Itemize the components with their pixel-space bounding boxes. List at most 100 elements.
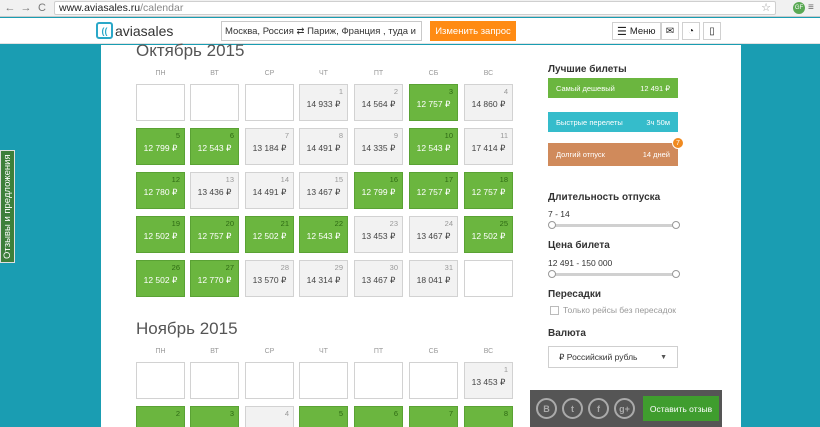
calendar-day-cell[interactable]: 28 13 570 ₽: [245, 260, 294, 297]
day-number: 12: [171, 175, 180, 184]
calendar-day-cell[interactable]: 16 12 799 ₽: [354, 172, 403, 209]
calendar-day-cell[interactable]: 7: [409, 406, 458, 427]
currency-select[interactable]: ₽ Российский рубль ▼: [548, 346, 678, 368]
address-bar[interactable]: www.aviasales.ru/calendar ☆: [54, 1, 776, 15]
day-price: 12 780 ₽: [143, 187, 178, 197]
extension-icon[interactable]: GF: [793, 2, 805, 14]
day-number: 7: [448, 409, 453, 418]
calendar-day-cell[interactable]: 23 13 453 ₽: [354, 216, 403, 253]
twitter-icon[interactable]: t: [562, 398, 583, 419]
calendar-day-cell[interactable]: 22 12 543 ₽: [299, 216, 348, 253]
calendar-day-cell[interactable]: 8: [464, 406, 513, 427]
leave-feedback-button[interactable]: Оставить отзыв: [643, 396, 719, 421]
vk-icon[interactable]: B: [536, 398, 557, 419]
search-query-input[interactable]: [221, 21, 422, 41]
best-tickets-title: Лучшие билеты: [548, 64, 627, 75]
calendar-day-cell[interactable]: 26 12 502 ₽: [136, 260, 185, 297]
calendar-day-cell[interactable]: 29 14 314 ₽: [299, 260, 348, 297]
slider-max-handle[interactable]: [672, 270, 680, 278]
day-number: 19: [171, 219, 180, 228]
calendar-day-cell[interactable]: 19 12 502 ₽: [136, 216, 185, 253]
calendar-day-cell[interactable]: 20 12 757 ₽: [190, 216, 239, 253]
google-plus-icon[interactable]: g+: [614, 398, 635, 419]
day-price: 12 502 ₽: [143, 275, 178, 285]
day-price: 17 414 ₽: [471, 143, 506, 153]
day-price: 12 770 ₽: [197, 275, 232, 285]
calendar-day-cell[interactable]: 25 12 502 ₽: [464, 216, 513, 253]
price-slider[interactable]: [548, 270, 680, 278]
nonstop-label[interactable]: Только рейсы без пересадок: [563, 305, 676, 315]
calendar-day-cell[interactable]: 3: [190, 406, 239, 427]
calendar-day-cell[interactable]: 12 12 780 ₽: [136, 172, 185, 209]
calendar-day-cell[interactable]: 1 14 933 ₽: [299, 84, 348, 121]
calendar-day-cell[interactable]: 11 17 414 ₽: [464, 128, 513, 165]
day-price: 14 314 ₽: [306, 275, 341, 285]
calendar-day-cell[interactable]: 14 14 491 ₽: [245, 172, 294, 209]
calendar-day-cell[interactable]: 18 12 757 ₽: [464, 172, 513, 209]
calendar-empty-cell: [409, 362, 458, 399]
day-number: 13: [225, 175, 234, 184]
calendar-day-cell[interactable]: 2: [136, 406, 185, 427]
calendar-day-cell[interactable]: 13 13 436 ₽: [190, 172, 239, 209]
calendar-day-cell[interactable]: 3 12 757 ₽: [409, 84, 458, 121]
best-card-label: Быстрые перелеты: [556, 117, 623, 127]
calendar-day-cell[interactable]: 17 12 757 ₽: [409, 172, 458, 209]
day-number: 28: [280, 263, 289, 272]
calendar-day-cell[interactable]: 8 14 491 ₽: [299, 128, 348, 165]
duration-range: 7 - 14: [548, 209, 570, 219]
feedback-side-tab[interactable]: Отзывы и предложения: [0, 150, 15, 263]
calendar-day-cell[interactable]: 5: [299, 406, 348, 427]
day-number: 27: [225, 263, 234, 272]
browser-menu-icon[interactable]: ≡: [808, 2, 814, 13]
day-number: 3: [229, 409, 234, 418]
mail-icon[interactable]: ✉: [661, 22, 679, 40]
day-number: 21: [280, 219, 289, 228]
best-fastest-card[interactable]: Быстрые перелеты 3ч 50м: [548, 112, 678, 132]
day-price: 13 453 ₽: [361, 231, 396, 241]
calendar-day-cell[interactable]: 21 12 502 ₽: [245, 216, 294, 253]
best-card-label: Самый дешевый: [556, 83, 615, 93]
calendar-empty-cell: [464, 260, 513, 297]
slider-max-handle[interactable]: [672, 221, 680, 229]
calendar-day-cell[interactable]: 27 12 770 ₽: [190, 260, 239, 297]
change-query-button[interactable]: Изменить запрос: [430, 21, 516, 41]
day-price: 12 502 ₽: [143, 231, 178, 241]
mobile-icon[interactable]: ▯: [703, 22, 721, 40]
nonstop-checkbox[interactable]: [550, 306, 559, 315]
slider-min-handle[interactable]: [548, 221, 556, 229]
calendar-day-cell[interactable]: 6: [354, 406, 403, 427]
calendar-day-cell[interactable]: 6 12 543 ₽: [190, 128, 239, 165]
day-number: 18: [499, 175, 508, 184]
calendar-day-cell[interactable]: 5 12 799 ₽: [136, 128, 185, 165]
menu-button[interactable]: ☰ Меню: [612, 22, 661, 40]
slider-min-handle[interactable]: [548, 270, 556, 278]
best-long-vacation-card[interactable]: Долгий отпуск 14 дней: [548, 143, 678, 166]
calendar-day-cell[interactable]: 24 13 467 ₽: [409, 216, 458, 253]
calendar-day-cell[interactable]: 4 14 860 ₽: [464, 84, 513, 121]
calendar-day-cell[interactable]: 10 12 543 ₽: [409, 128, 458, 165]
weekday-label: ВТ: [210, 348, 219, 355]
calendar-day-cell[interactable]: 15 13 467 ₽: [299, 172, 348, 209]
calendar-day-cell[interactable]: 9 14 335 ₽: [354, 128, 403, 165]
calendar-day-cell[interactable]: 4: [245, 406, 294, 427]
calendar-day-cell[interactable]: 7 13 184 ₽: [245, 128, 294, 165]
reload-icon[interactable]: C: [34, 0, 50, 16]
facebook-icon[interactable]: f: [588, 398, 609, 419]
calendar-day-cell[interactable]: 2 14 564 ₽: [354, 84, 403, 121]
forward-icon[interactable]: →: [18, 0, 34, 16]
bookmark-star-icon[interactable]: ☆: [761, 1, 771, 14]
day-number: 10: [444, 131, 453, 140]
weekday-label: ПТ: [373, 70, 384, 77]
calendar-day-cell[interactable]: 1 13 453 ₽: [464, 362, 513, 399]
calendar-day-cell[interactable]: 30 13 467 ₽: [354, 260, 403, 297]
day-price: 13 570 ₽: [252, 275, 287, 285]
day-number: 6: [229, 131, 234, 140]
back-icon[interactable]: ←: [2, 0, 18, 16]
hamburger-icon: ☰: [617, 25, 627, 38]
day-number: 26: [171, 263, 180, 272]
logo[interactable]: (( aviasales: [96, 22, 173, 39]
rss-icon[interactable]: ◔: [682, 22, 700, 40]
best-cheapest-card[interactable]: Самый дешевый 12 491 ₽: [548, 78, 678, 98]
duration-slider[interactable]: [548, 221, 680, 229]
calendar-day-cell[interactable]: 31 18 041 ₽: [409, 260, 458, 297]
